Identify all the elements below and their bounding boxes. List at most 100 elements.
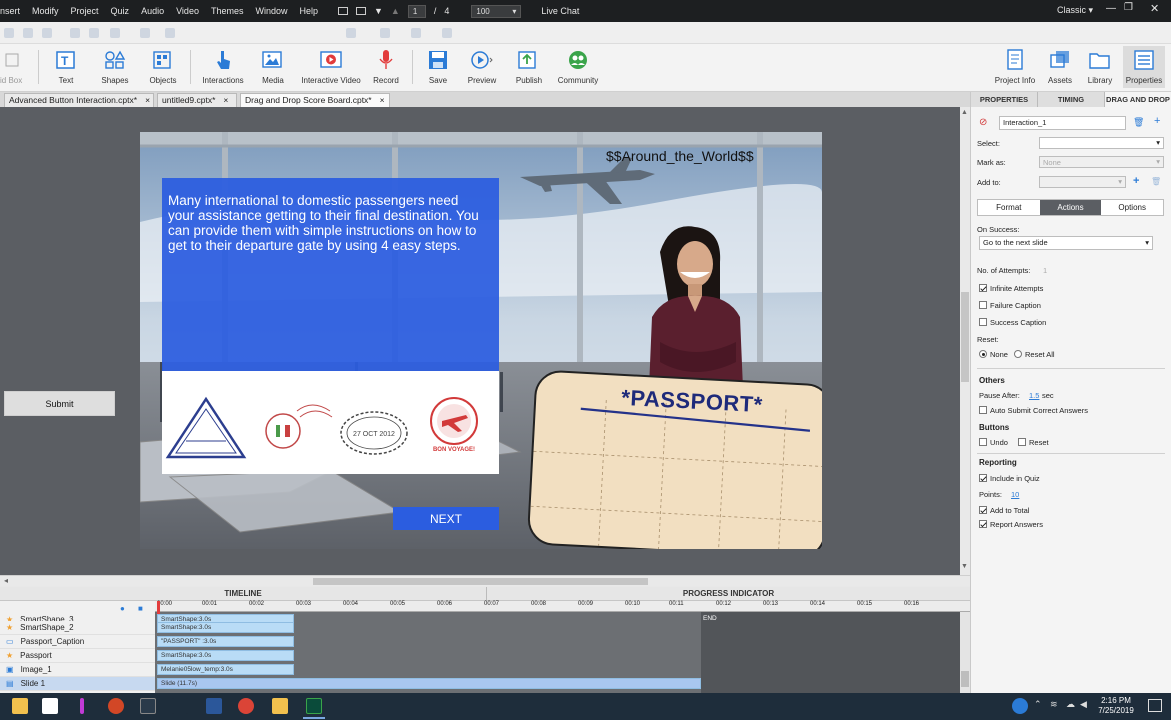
record-button[interactable]: Record [370, 48, 402, 85]
tab-properties[interactable]: PROPERTIES [971, 92, 1038, 107]
auto-submit-checkbox[interactable] [979, 406, 987, 414]
powerpoint-icon[interactable] [108, 698, 124, 714]
word-icon[interactable] [206, 698, 222, 714]
submit-button[interactable]: Submit [4, 391, 115, 416]
infinite-attempts-checkbox[interactable] [979, 284, 987, 292]
points-value[interactable]: 10 [1011, 490, 1019, 499]
close-icon[interactable]: × [145, 95, 150, 105]
reset-all-radio[interactable] [1014, 350, 1022, 358]
menu-insert[interactable]: nsert [0, 6, 26, 16]
interaction-name-input[interactable]: Interaction_1 [999, 116, 1126, 130]
arrow-down-icon[interactable]: ▼ [374, 6, 383, 16]
timeline-bar[interactable]: "PASSPORT" :3.0s [157, 636, 294, 647]
slide-canvas[interactable]: $$Around_the_World$$ Many international … [140, 132, 822, 549]
trash-icon[interactable]: 🗑 [1151, 177, 1161, 186]
publish-button[interactable]: Publish [510, 48, 548, 85]
chevron-up-icon[interactable]: ▲ [961, 109, 968, 116]
screen-icon[interactable] [338, 7, 348, 15]
vertical-scrollbar[interactable]: ▲ ▼ [960, 107, 970, 575]
include-in-quiz-checkbox[interactable] [979, 474, 987, 482]
visibility-icon[interactable]: ⊘ [979, 117, 987, 128]
menu-project[interactable]: Project [65, 6, 105, 16]
tab-timing[interactable]: TIMING [1038, 92, 1105, 107]
trash-icon[interactable]: 🗑 [1133, 117, 1144, 128]
page-number-input[interactable]: 1 [407, 4, 426, 18]
zoom-select[interactable]: 100 ▾ [471, 4, 522, 18]
folder-icon[interactable] [272, 698, 288, 714]
subtab-format[interactable]: Format [978, 200, 1040, 215]
tab-timeline[interactable]: TIMELINE [0, 587, 487, 601]
add-to-total-checkbox[interactable] [979, 506, 987, 514]
menu-window[interactable]: Window [249, 6, 293, 16]
success-caption-checkbox[interactable] [979, 318, 987, 326]
minimize-icon[interactable]: — [1106, 3, 1116, 14]
next-button[interactable]: NEXT [393, 507, 499, 530]
notification-icon[interactable] [1148, 699, 1162, 712]
clock[interactable]: 2:16 PM 7/25/2019 [1094, 696, 1138, 716]
subtab-options[interactable]: Options [1101, 200, 1163, 215]
textbox-button[interactable]: id Box [0, 48, 24, 85]
add-icon[interactable]: + [1133, 175, 1139, 187]
close-icon[interactable]: ✕ [1150, 2, 1159, 15]
objects-button[interactable]: Objects [146, 48, 180, 85]
project-info-button[interactable]: Project Info [993, 48, 1037, 85]
close-icon[interactable]: × [223, 95, 228, 105]
tab-drag-and-drop[interactable]: DRAG AND DROP [1105, 92, 1171, 107]
timeline-bar[interactable]: Slide (11.7s) [157, 678, 701, 689]
attempts-value[interactable]: 1 [1043, 266, 1047, 275]
close-icon[interactable]: × [380, 95, 385, 105]
menu-audio[interactable]: Audio [135, 6, 170, 16]
interactions-button[interactable]: Interactions [200, 48, 246, 85]
text-button[interactable]: T Text [50, 48, 82, 85]
assets-button[interactable]: Assets [1043, 48, 1077, 85]
horizontal-scrollbar[interactable]: ◂ [0, 575, 970, 586]
tab-advanced-button-interaction[interactable]: Advanced Button Interaction.cptx* × [4, 93, 154, 107]
tab-drag-and-drop-score-board[interactable]: Drag and Drop Score Board.cptx* × [240, 93, 390, 107]
app-icon[interactable] [172, 698, 188, 714]
shapes-button[interactable]: Shapes [99, 48, 131, 85]
chrome-icon[interactable] [238, 698, 254, 714]
properties-button[interactable]: Properties [1123, 46, 1165, 88]
mail-icon[interactable] [356, 7, 366, 15]
add-to-dropdown[interactable]: ▾ [1039, 176, 1126, 188]
timeline-bar[interactable]: SmartShape:3.0s [157, 622, 294, 633]
eye-icon[interactable]: ● [120, 604, 125, 613]
timeline-row-slide1[interactable]: ▤ Slide 1 [0, 677, 155, 691]
app-icon[interactable] [80, 698, 84, 714]
file-explorer-pin-icon[interactable] [12, 698, 28, 714]
report-answers-checkbox[interactable] [979, 520, 987, 528]
mark-as-dropdown[interactable]: None ▾ [1039, 156, 1164, 168]
reset-none-radio[interactable] [979, 350, 987, 358]
media-button[interactable]: Media [256, 48, 290, 85]
timeline-row-passport[interactable]: ★ Passport [0, 649, 155, 663]
passport-shape[interactable]: *PASSPORT* [526, 369, 822, 549]
help-icon[interactable] [1012, 698, 1028, 714]
chevron-up-icon[interactable]: ⌃ [1034, 699, 1042, 710]
undo-checkbox[interactable] [979, 438, 987, 446]
reset-checkbox[interactable] [1018, 438, 1026, 446]
tab-progress-indicator[interactable]: PROGRESS INDICATOR [487, 587, 970, 601]
wifi-icon[interactable]: ≋ [1050, 699, 1058, 710]
captivate-icon[interactable] [306, 698, 322, 714]
workspace-select[interactable]: Classic ▾ [1057, 5, 1093, 16]
menu-video[interactable]: Video [170, 6, 205, 16]
timeline-bar[interactable]: Melanie05low_temp:3.0s [157, 664, 294, 675]
cloud-icon[interactable]: ☁ [1066, 699, 1075, 710]
timeline-bar[interactable]: SmartShape:3.0s [157, 650, 294, 661]
pause-after-value[interactable]: 1.5 [1029, 391, 1039, 400]
arrow-up-icon[interactable]: ▲ [391, 6, 400, 16]
speaker-icon[interactable]: ◀ [1080, 699, 1087, 710]
community-button[interactable]: Community [556, 48, 600, 85]
tab-untitled9[interactable]: untitled9.cptx* × [157, 93, 237, 107]
select-dropdown[interactable]: ▾ [1039, 137, 1164, 149]
timeline-row-image1[interactable]: ▣ Image_1 [0, 663, 155, 677]
failure-caption-checkbox[interactable] [979, 301, 987, 309]
scrollbar-thumb[interactable] [961, 292, 969, 382]
scrollbar-thumb[interactable] [313, 578, 648, 585]
slide-title-variable[interactable]: $$Around_the_World$$ [606, 148, 754, 164]
timeline-row-passport-caption[interactable]: ▭ Passport_Caption [0, 635, 155, 649]
library-button[interactable]: Library [1083, 48, 1117, 85]
menu-quiz[interactable]: Quiz [105, 6, 136, 16]
preview-button[interactable]: Preview [464, 48, 500, 85]
menu-themes[interactable]: Themes [205, 6, 250, 16]
